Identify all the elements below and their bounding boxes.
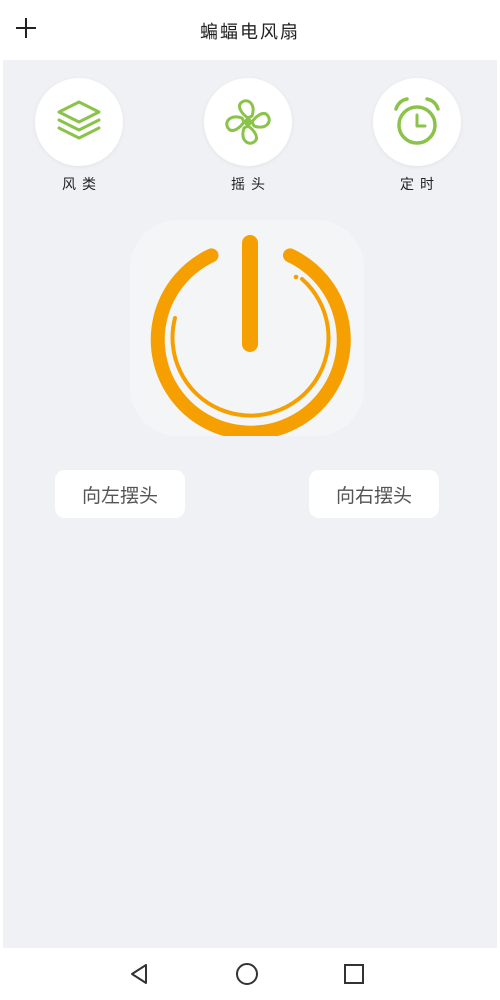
timer-label: 定时 <box>400 177 440 193</box>
fan-icon <box>225 99 271 145</box>
oscillate-label: 摇头 <box>231 177 271 193</box>
back-triangle-icon[interactable] <box>126 960 154 988</box>
oscillate-button[interactable]: 摇头 <box>204 78 292 194</box>
wind-type-button[interactable]: 风类 <box>35 78 123 194</box>
swing-left-button[interactable]: 向左摆头 <box>55 470 185 518</box>
layers-icon <box>57 100 101 140</box>
top-app-bar: 蝙蝠电风扇 <box>0 0 500 60</box>
oscillate-circle[interactable] <box>204 78 292 166</box>
timer-button[interactable]: 定时 <box>373 78 461 194</box>
recents-square-icon[interactable] <box>340 960 368 988</box>
main-content: 风类 摇头 定时 向左摆头 向右摆头 <box>3 60 497 948</box>
alarm-clock-icon <box>394 97 440 145</box>
power-button[interactable] <box>130 220 364 440</box>
power-icon <box>150 235 351 440</box>
page-title: 蝙蝠电风扇 <box>200 22 300 43</box>
system-navigation-bar <box>0 948 500 1000</box>
timer-circle[interactable] <box>373 78 461 166</box>
wind-type-label: 风类 <box>62 177 102 193</box>
swing-right-button[interactable]: 向右摆头 <box>309 470 439 518</box>
wind-type-circle[interactable] <box>35 78 123 166</box>
home-circle-icon[interactable] <box>233 960 261 988</box>
